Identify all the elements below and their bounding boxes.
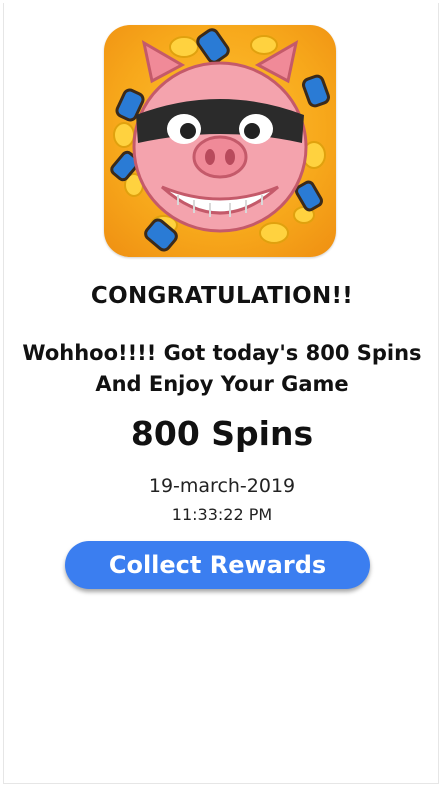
reward-time: 11:33:22 PM	[171, 505, 273, 524]
reward-date: 19-march-2019	[148, 475, 296, 497]
collect-rewards-button[interactable]: Collect Rewards	[65, 541, 370, 589]
reward-message: Wohhoo!!!! Got today's 800 Spins And Enj…	[22, 341, 422, 396]
spins-amount: 800 Spins	[130, 414, 314, 453]
pig-bandit-app-icon	[104, 25, 336, 257]
congratulation-heading: CONGRATULATION!!	[90, 283, 354, 309]
